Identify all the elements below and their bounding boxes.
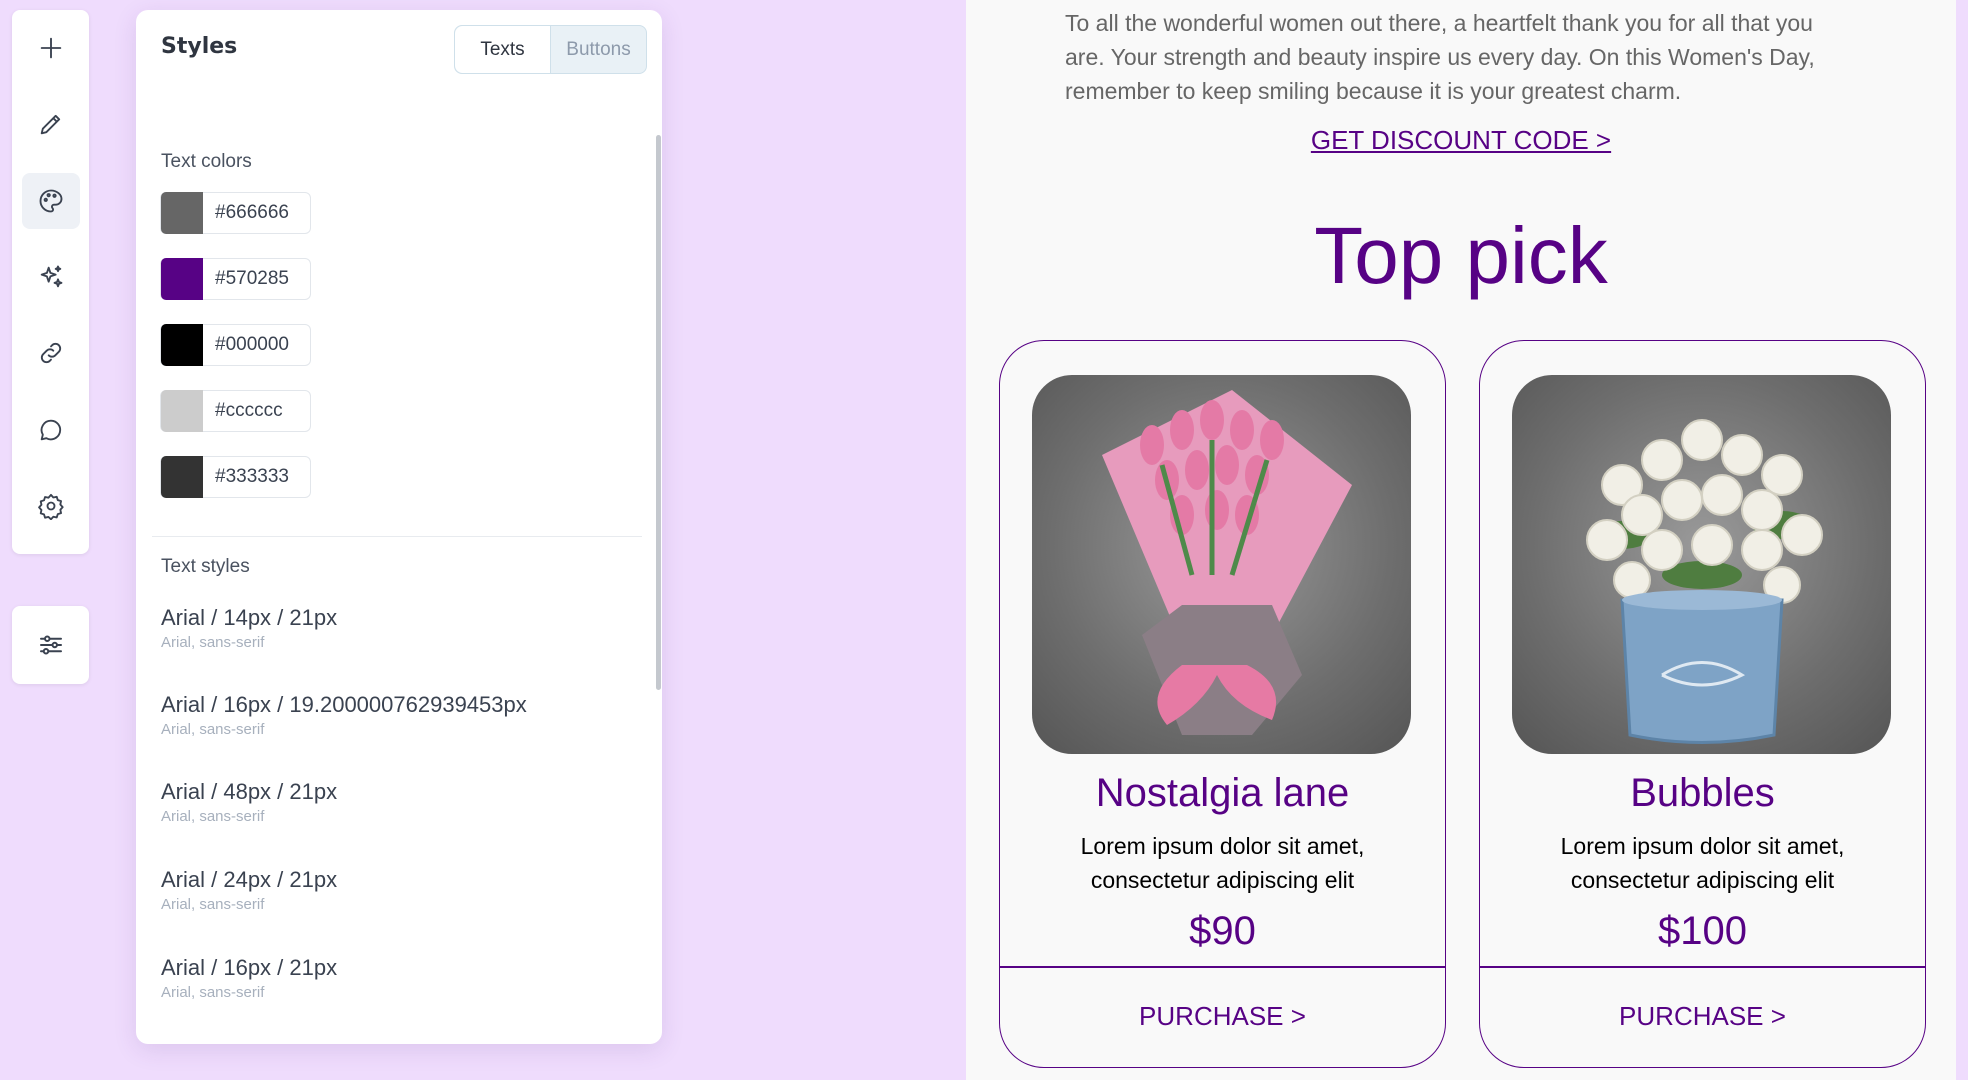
sparkles-icon — [40, 265, 62, 288]
color-hex-label: #000000 — [215, 334, 289, 355]
purchase-button[interactable]: PURCHASE > — [1480, 1001, 1925, 1032]
color-hex-label: #333333 — [215, 466, 289, 487]
email-preview: To all the wonderful women out there, a … — [966, 0, 1956, 1080]
settings-button[interactable] — [22, 478, 80, 534]
gear-icon — [37, 493, 64, 520]
tab-buttons[interactable]: Buttons — [551, 26, 646, 73]
product-description[interactable]: Lorem ipsum dolor sit amet, consectetur … — [1520, 829, 1885, 897]
tab-texts[interactable]: Texts — [455, 26, 551, 73]
text-style-item[interactable]: Arial / 14px / 21px Arial, sans-serif — [161, 605, 337, 651]
product-card[interactable]: Nostalgia lane Lorem ipsum dolor sit ame… — [999, 340, 1446, 1068]
link-icon — [40, 343, 61, 364]
text-style-item[interactable]: Arial / 48px / 21px Arial, sans-serif — [161, 779, 337, 825]
product-description[interactable]: Lorem ipsum dolor sit amet, consectetur … — [1040, 829, 1405, 897]
tulip-bouquet-image — [1102, 390, 1352, 735]
add-block-button[interactable] — [22, 20, 80, 76]
text-style-family: Arial, sans-serif — [161, 721, 265, 738]
text-styles-heading: Text styles — [161, 556, 250, 577]
text-style-family: Arial, sans-serif — [161, 808, 265, 825]
text-style-item[interactable]: Arial / 16px / 21px Arial, sans-serif — [161, 955, 337, 1001]
color-swatch — [161, 258, 203, 300]
product-image-roses[interactable] — [1512, 375, 1891, 754]
text-colors-heading: Text colors — [161, 151, 252, 172]
section-divider — [152, 536, 642, 537]
adjustments-button[interactable] — [12, 606, 89, 684]
product-card[interactable]: Bubbles Lorem ipsum dolor sit amet, cons… — [1479, 340, 1926, 1068]
panel-title: Styles — [161, 34, 238, 59]
white-roses-image — [1586, 419, 1823, 744]
purchase-button[interactable]: PURCHASE > — [1000, 1001, 1445, 1032]
product-name[interactable]: Nostalgia lane — [1000, 771, 1445, 816]
color-swatch-row[interactable]: #cccccc — [160, 390, 311, 432]
styles-panel: Styles Texts Buttons Text colors #666666… — [136, 10, 662, 1044]
color-hex-label: #570285 — [215, 268, 289, 289]
color-swatch — [161, 324, 203, 366]
sliders-icon — [39, 635, 62, 655]
product-price[interactable]: $90 — [1000, 909, 1445, 954]
text-style-name: Arial / 48px / 21px — [161, 779, 338, 804]
color-swatch — [161, 192, 203, 234]
discount-code-link[interactable]: GET DISCOUNT CODE > — [966, 125, 1956, 156]
edit-button[interactable] — [22, 96, 80, 152]
product-image-tulips[interactable] — [1032, 375, 1411, 754]
color-swatch-row[interactable]: #570285 — [160, 258, 311, 300]
text-style-name: Arial / 16px / 21px — [161, 955, 338, 980]
color-swatch-row[interactable]: #333333 — [160, 456, 311, 498]
text-style-name: Arial / 16px / 19.200000762939453px — [161, 692, 527, 717]
plus-icon — [40, 37, 61, 59]
color-swatch-row[interactable]: #666666 — [160, 192, 311, 234]
card-divider — [1480, 966, 1925, 968]
text-style-family: Arial, sans-serif — [161, 896, 265, 913]
color-swatch-row[interactable]: #000000 — [160, 324, 311, 366]
intro-paragraph[interactable]: To all the wonderful women out there, a … — [1065, 6, 1835, 108]
color-hex-label: #666666 — [215, 202, 289, 223]
text-style-name: Arial / 24px / 21px — [161, 867, 338, 892]
ai-button[interactable] — [22, 249, 80, 305]
text-style-name: Arial / 14px / 21px — [161, 605, 338, 630]
pencil-icon — [40, 115, 60, 135]
product-price[interactable]: $100 — [1480, 909, 1925, 954]
text-style-family: Arial, sans-serif — [161, 984, 265, 1001]
text-style-item[interactable]: Arial / 24px / 21px Arial, sans-serif — [161, 867, 337, 913]
palette-icon — [39, 189, 62, 213]
color-hex-label: #cccccc — [215, 400, 283, 421]
comments-button[interactable] — [22, 401, 80, 457]
text-style-family: Arial, sans-serif — [161, 634, 265, 651]
color-swatch — [161, 456, 203, 498]
panel-scrollbar[interactable] — [656, 135, 661, 690]
card-divider — [1000, 966, 1445, 968]
text-style-item[interactable]: Arial / 16px / 19.200000762939453px Aria… — [161, 692, 527, 738]
left-toolbar — [12, 10, 89, 554]
top-pick-heading[interactable]: Top pick — [966, 210, 1956, 302]
link-button[interactable] — [22, 325, 80, 381]
styles-tabs: Texts Buttons — [454, 25, 647, 74]
product-name[interactable]: Bubbles — [1480, 771, 1925, 816]
comment-icon — [40, 419, 61, 440]
styles-button[interactable] — [21, 172, 80, 229]
color-swatch — [161, 390, 203, 432]
